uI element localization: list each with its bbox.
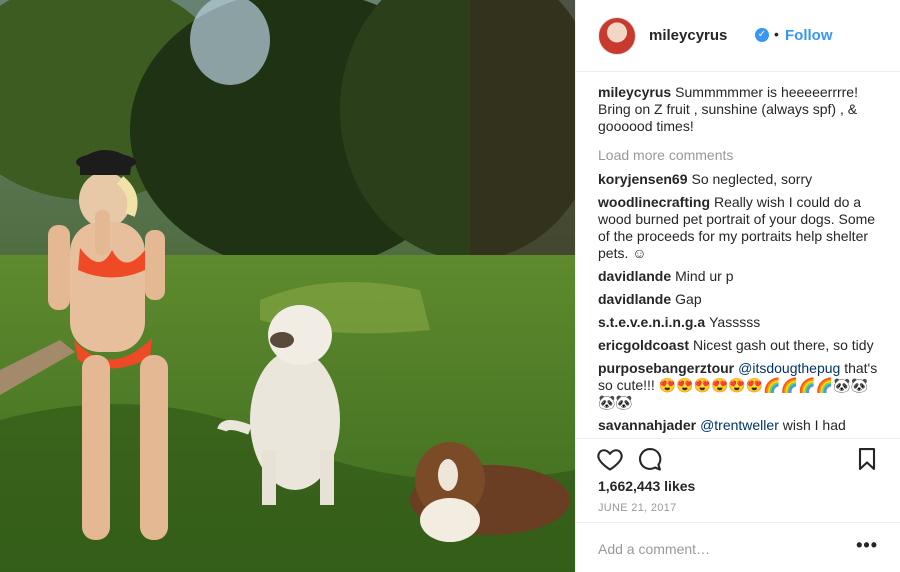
post-side-panel: mileycyrus ✓ • Follow mileycyrus Summmmme…	[575, 0, 900, 572]
comment-username[interactable]: s.t.e.v.e.n.i.n.g.a	[598, 314, 705, 330]
verified-badge-icon: ✓	[755, 28, 769, 42]
comment-text: Mind ur p	[675, 268, 734, 284]
comment-username[interactable]: ericgoldcoast	[598, 337, 689, 353]
more-options-icon[interactable]: •••	[856, 535, 878, 556]
avatar[interactable]	[598, 17, 636, 55]
photo-illustration	[0, 0, 575, 572]
comment-username[interactable]: savannahjader	[598, 417, 696, 433]
comment-bubble-icon[interactable]	[636, 445, 664, 473]
bookmark-icon[interactable]	[853, 445, 881, 473]
comment-text: wish I had	[782, 417, 846, 433]
caption: mileycyrus Summmmmer is heeeeerrrre! Brin…	[598, 84, 880, 135]
comments-list[interactable]: mileycyrus Summmmmer is heeeeerrrre! Brin…	[598, 84, 880, 438]
comment-username[interactable]: purposebangerztour	[598, 360, 734, 376]
comment-text: So neglected, sorry	[691, 171, 813, 187]
comment-mention[interactable]: @itsdougthepug	[738, 360, 840, 376]
comment-text: Yasssss	[709, 314, 761, 330]
separator-dot: •	[774, 26, 779, 42]
comment-username[interactable]: davidlande	[598, 268, 671, 284]
comment: davidlande Mind ur p	[598, 268, 880, 285]
heart-icon[interactable]	[596, 445, 624, 473]
comment: koryjensen69 So neglected, sorry	[598, 171, 880, 188]
comment-username[interactable]: koryjensen69	[598, 171, 688, 187]
comment-username[interactable]: woodlinecrafting	[598, 194, 710, 210]
add-comment-input[interactable]: Add a comment…	[598, 541, 710, 557]
header-username[interactable]: mileycyrus	[649, 27, 727, 44]
add-comment-bar: Add a comment… •••	[576, 522, 900, 572]
comment: savannahjader @trentweller wish I had	[598, 417, 880, 434]
likes-count[interactable]: 1,662,443 likes	[598, 478, 695, 494]
post-photo[interactable]	[0, 0, 575, 572]
comment-username[interactable]: davidlande	[598, 291, 671, 307]
comment: woodlinecrafting Really wish I could do a…	[598, 194, 880, 262]
caption-username[interactable]: mileycyrus	[598, 84, 671, 100]
comment: purposebangerztour @itsdougthepug that's …	[598, 360, 880, 411]
post-header: mileycyrus ✓ • Follow	[576, 0, 900, 72]
instagram-post: mileycyrus ✓ • Follow mileycyrus Summmmme…	[0, 0, 900, 572]
comment: s.t.e.v.e.n.i.n.g.a Yasssss	[598, 314, 880, 331]
follow-button[interactable]: Follow	[785, 27, 833, 44]
action-bar	[576, 438, 900, 478]
comment-text: Gap	[675, 291, 702, 307]
comment-mention[interactable]: @trentweller	[700, 417, 779, 433]
comment: ericgoldcoast Nicest gash out there, so t…	[598, 337, 880, 354]
load-more-comments-button[interactable]: Load more comments	[598, 147, 880, 164]
comment: davidlande Gap	[598, 291, 880, 308]
comment-text: Nicest gash out there, so tidy	[693, 337, 874, 353]
post-date[interactable]: JUNE 21, 2017	[598, 502, 677, 514]
